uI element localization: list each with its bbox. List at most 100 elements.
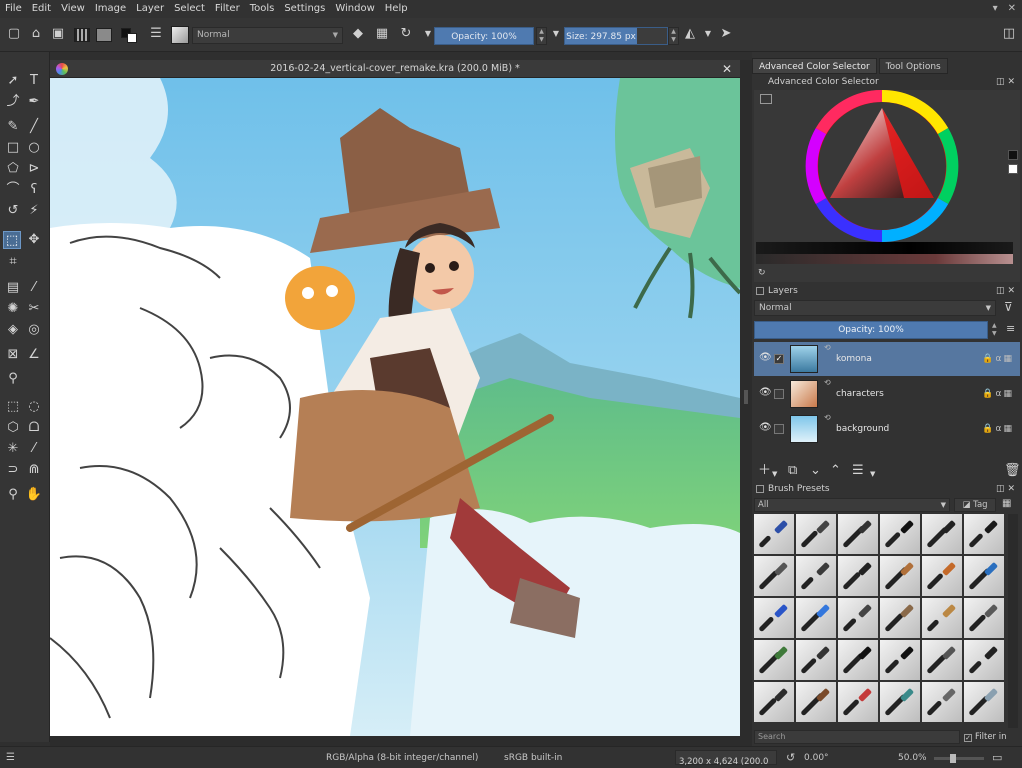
brush-preset-item[interactable] bbox=[880, 556, 920, 596]
crop-tool-icon[interactable]: ⌗ bbox=[4, 253, 22, 271]
brush-preset-item[interactable] bbox=[838, 598, 878, 638]
move-layer-down-icon[interactable]: ⌄ bbox=[810, 462, 821, 480]
brush-preset-item[interactable] bbox=[754, 640, 794, 680]
pattern-swatch[interactable] bbox=[96, 28, 112, 42]
brush-preset-item[interactable] bbox=[922, 682, 962, 722]
delete-layer-icon[interactable]: 🗑 bbox=[1004, 462, 1021, 480]
mirror-vertical-icon[interactable]: ➤ bbox=[718, 26, 734, 42]
tab-advanced-color-selector[interactable]: Advanced Color Selector bbox=[752, 58, 877, 74]
visibility-eye-icon[interactable]: 👁 bbox=[759, 352, 772, 364]
layer-checkbox[interactable]: ✓ bbox=[774, 354, 784, 364]
brush-settings-icon[interactable]: ☰ bbox=[148, 26, 164, 42]
status-menu-icon[interactable]: ☰ bbox=[6, 747, 15, 768]
brush-preset-item[interactable] bbox=[838, 640, 878, 680]
menu-help[interactable]: Help bbox=[380, 0, 413, 18]
shade-selector[interactable] bbox=[756, 242, 1013, 264]
size-slider[interactable]: Size: 297.85 px bbox=[564, 27, 668, 45]
magnetic-selection-tool-icon[interactable]: ⋒ bbox=[25, 461, 43, 479]
brush-preset-item[interactable] bbox=[964, 682, 1004, 722]
opacity-slider[interactable]: Opacity: 100% bbox=[434, 27, 534, 45]
freehand-brush-tool-icon[interactable]: ✎ bbox=[4, 118, 22, 136]
rectangular-selection-tool-icon[interactable]: ⬚ bbox=[4, 398, 22, 416]
menu-window[interactable]: Window bbox=[330, 0, 379, 18]
fill-tool-icon[interactable]: ◈ bbox=[4, 321, 22, 339]
background-swatch[interactable] bbox=[1008, 164, 1018, 174]
save-icon[interactable]: ▣ bbox=[50, 26, 66, 42]
panel-controls[interactable]: ◫✕ bbox=[996, 482, 1018, 496]
brush-preset-item[interactable] bbox=[754, 598, 794, 638]
opacity-spinner[interactable]: ▲ ▼ bbox=[536, 27, 547, 45]
zoom-tool-icon[interactable]: ⚲ bbox=[4, 486, 22, 504]
brush-preset-item[interactable] bbox=[922, 514, 962, 554]
dynamic-brush-tool-icon[interactable]: ↺ bbox=[4, 202, 22, 220]
freehand-path-tool-icon[interactable]: ʕ bbox=[25, 181, 43, 199]
multibrush-tool-icon[interactable]: ⚡ bbox=[25, 202, 43, 220]
open-folder-icon[interactable]: ⌂ bbox=[28, 26, 44, 42]
layer-opacity-spinner[interactable]: ▲ ▼ bbox=[992, 322, 997, 338]
layer-checkbox[interactable] bbox=[774, 424, 784, 434]
contiguous-selection-tool-icon[interactable]: ✳ bbox=[4, 440, 22, 458]
layer-flags[interactable]: 🔒α▦ bbox=[982, 377, 1014, 411]
brush-preset-item[interactable] bbox=[964, 556, 1004, 596]
duplicate-layer-icon[interactable]: ⧉ bbox=[788, 462, 797, 480]
layer-blend-mode-select[interactable]: Normal ▼ bbox=[754, 300, 996, 316]
vertical-scrollbar[interactable] bbox=[740, 60, 752, 736]
menu-edit[interactable]: Edit bbox=[27, 0, 56, 18]
layer-row-komona[interactable]: 👁 ✓ ⟲ komona 🔒α▦ bbox=[754, 342, 1020, 376]
gradient-tool-icon[interactable]: ▤ bbox=[4, 279, 22, 297]
reload-preset-icon[interactable]: ↻ bbox=[398, 26, 414, 42]
zoom-slider[interactable] bbox=[934, 754, 984, 763]
measure-tool-icon[interactable]: ∠ bbox=[25, 346, 43, 364]
preset-view-icon[interactable]: ▦ bbox=[1002, 498, 1011, 509]
brush-preset-item[interactable] bbox=[796, 556, 836, 596]
tag-button[interactable]: ◪ Tag bbox=[954, 498, 996, 512]
preset-filter-select[interactable]: All ▼ bbox=[754, 498, 950, 512]
eraser-icon[interactable]: ◆ bbox=[350, 26, 366, 42]
menu-layer[interactable]: Layer bbox=[131, 0, 169, 18]
add-layer-icon[interactable]: ＋ bbox=[758, 462, 771, 480]
refresh-icon[interactable]: ↻ bbox=[758, 268, 766, 278]
brush-preset-item[interactable] bbox=[880, 640, 920, 680]
brush-preset-item[interactable] bbox=[838, 556, 878, 596]
bezier-selection-tool-icon[interactable]: ⊃ bbox=[4, 461, 22, 479]
similar-color-selection-tool-icon[interactable]: ⁄ bbox=[25, 440, 43, 458]
reference-tool-icon[interactable]: ⚲ bbox=[4, 370, 22, 388]
text-tool-icon[interactable]: T bbox=[25, 72, 43, 90]
brush-preset-item[interactable] bbox=[964, 640, 1004, 680]
brush-preset-icon[interactable] bbox=[171, 26, 189, 44]
mirror-horizontal-icon[interactable]: ◭ bbox=[682, 26, 698, 42]
panel-controls[interactable]: ◫✕ bbox=[996, 75, 1018, 89]
brush-preset-item[interactable] bbox=[964, 514, 1004, 554]
chevron-down-icon[interactable]: ▼ bbox=[548, 26, 564, 42]
foreground-swatch[interactable] bbox=[1008, 150, 1018, 160]
brush-preset-item[interactable] bbox=[964, 598, 1004, 638]
docker-toggle-icon[interactable]: ◫ bbox=[1001, 26, 1017, 42]
bezier-tool-icon[interactable]: ⌒ bbox=[4, 181, 22, 199]
panel-controls[interactable]: ◫✕ bbox=[996, 284, 1018, 298]
fullscreen-icon[interactable]: ▭ bbox=[992, 747, 1002, 768]
brush-preset-item[interactable] bbox=[880, 598, 920, 638]
scroll-handle[interactable] bbox=[744, 390, 748, 404]
move-layer-up-icon[interactable]: ⌃ bbox=[830, 462, 841, 480]
new-document-icon[interactable]: ▢ bbox=[6, 26, 22, 42]
polyline-tool-icon[interactable]: ⊳ bbox=[25, 160, 43, 178]
transform-tool-icon[interactable]: ⬚ bbox=[3, 231, 21, 249]
move-tool-icon[interactable]: ✥ bbox=[25, 231, 43, 249]
brush-preset-item[interactable] bbox=[796, 514, 836, 554]
brush-preset-item[interactable] bbox=[754, 514, 794, 554]
enclose-fill-tool-icon[interactable]: ◎ bbox=[25, 321, 43, 339]
brush-preset-item[interactable] bbox=[880, 514, 920, 554]
layer-flags[interactable]: 🔒α▦ bbox=[982, 342, 1014, 376]
brush-preset-item[interactable] bbox=[754, 682, 794, 722]
filter-in-tag-checkbox[interactable]: ✓Filter in Tag bbox=[964, 730, 1020, 756]
chevron-down-icon[interactable]: ▼ bbox=[870, 465, 875, 483]
color-selector[interactable]: ↻ bbox=[754, 90, 1020, 282]
brush-preset-item[interactable] bbox=[880, 682, 920, 722]
menu-select[interactable]: Select bbox=[169, 0, 210, 18]
layer-properties-icon[interactable]: ☰ bbox=[852, 462, 864, 480]
close-window-button[interactable]: ✕ bbox=[1008, 0, 1016, 18]
layer-opacity-slider[interactable]: Opacity: 100% bbox=[754, 321, 988, 339]
menu-tools[interactable]: Tools bbox=[245, 0, 280, 18]
document-tab[interactable]: 2016-02-24_vertical-cover_remake.kra (20… bbox=[50, 60, 740, 78]
polygonal-selection-tool-icon[interactable]: ⬡ bbox=[4, 419, 22, 437]
